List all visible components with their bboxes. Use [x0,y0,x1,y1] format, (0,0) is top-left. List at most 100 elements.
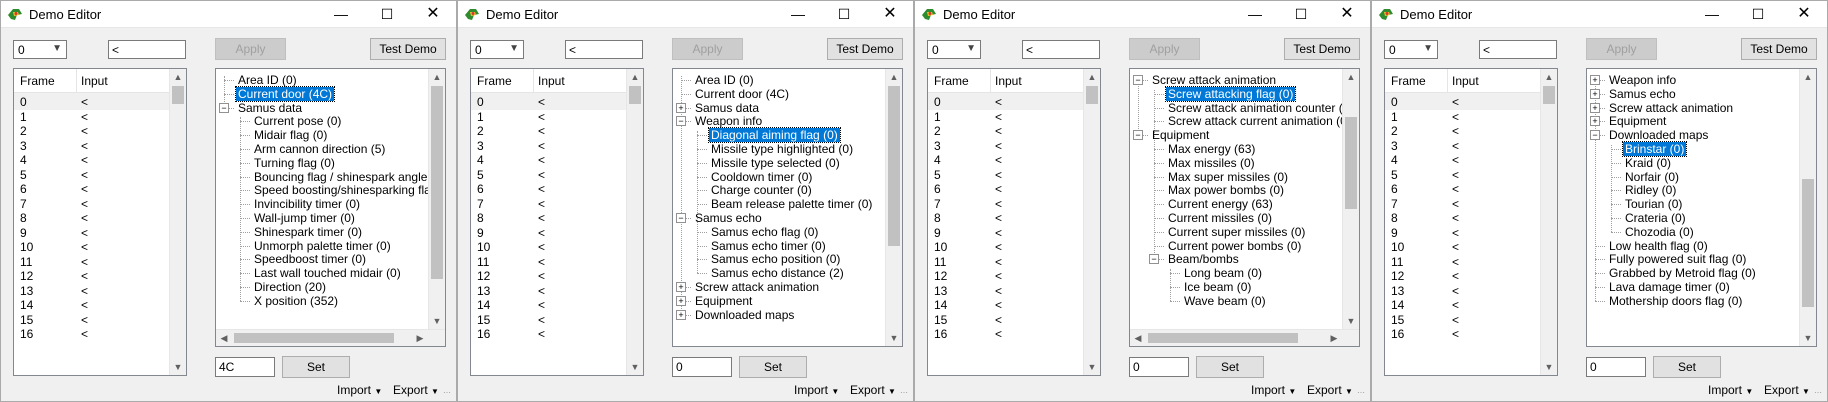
export-menu[interactable]: Export ▼ [850,383,896,397]
close-icon[interactable]: ✕ [1324,1,1370,27]
tree-node[interactable]: Mothership doors flag (0) [1607,293,1744,309]
apply-button[interactable]: Apply [1129,38,1200,60]
scroll-right-icon[interactable]: ▶ [412,330,428,346]
scroll-thumb[interactable] [888,86,900,246]
frame-combo[interactable]: 0 ▼ [470,40,524,59]
scroll-down-icon[interactable]: ▼ [1343,313,1359,329]
column-header-frame[interactable]: Frame [934,74,969,88]
maximize-icon[interactable]: ☐ [1735,1,1781,27]
import-menu[interactable]: Import ▼ [794,383,839,397]
expand-icon[interactable]: + [676,295,686,306]
node-value-field[interactable] [215,357,275,377]
scroll-up-icon[interactable]: ▲ [1800,69,1816,85]
scroll-down-icon[interactable]: ▼ [170,359,186,375]
scroll-left-icon[interactable]: ◀ [1130,330,1146,346]
scroll-thumb[interactable] [1802,179,1814,307]
export-menu[interactable]: Export ▼ [1307,383,1353,397]
ram-tree-view[interactable]: Screw attack animation − Screw attacking f… [1129,68,1360,347]
resize-grip-icon[interactable]: ⋯ [443,388,453,398]
expand-icon[interactable]: + [1590,75,1600,85]
collapse-icon[interactable]: − [676,213,686,223]
scroll-thumb[interactable] [629,86,641,104]
scroll-thumb[interactable] [1543,86,1555,104]
set-button[interactable]: Set [282,356,350,378]
column-header-frame[interactable]: Frame [20,74,55,88]
minimize-icon[interactable]: — [318,1,364,27]
scroll-up-icon[interactable]: ▲ [429,69,445,85]
apply-button[interactable]: Apply [215,38,286,60]
frame-input-list[interactable]: Frame Input 0 <1 <2 <3 <4 <5 <6 <7 <8 <9 <10 <11 <12… [1384,68,1558,376]
frame-combo[interactable]: 0 ▼ [927,40,981,59]
node-value-field[interactable] [1129,357,1189,377]
collapse-icon[interactable]: − [1149,254,1159,265]
frame-input-list[interactable]: Frame Input 0 <1 <2 <3 <4 <5 <6 <7 <8 <9 <10 <11 <12… [13,68,187,376]
scroll-left-icon[interactable]: ◀ [216,330,232,346]
scroll-down-icon[interactable]: ▼ [886,330,902,346]
input-value-field[interactable] [108,40,186,59]
apply-button[interactable]: Apply [1586,38,1657,60]
scroll-thumb[interactable] [1345,117,1357,209]
minimize-icon[interactable]: — [775,1,821,27]
close-icon[interactable]: ✕ [1781,1,1827,27]
tree-scrollbar[interactable]: ▲ ▼ [885,69,902,346]
resize-grip-icon[interactable]: ⋯ [900,388,910,398]
column-header-frame[interactable]: Frame [1391,74,1426,88]
title-bar[interactable]: Demo Editor — ☐ ✕ [458,1,913,28]
table-row[interactable]: 16 < [14,325,169,342]
expand-icon[interactable]: + [1590,88,1600,99]
resize-grip-icon[interactable]: ⋯ [1814,388,1824,398]
expand-icon[interactable]: + [676,309,686,320]
scroll-up-icon[interactable]: ▲ [627,69,643,85]
input-value-field[interactable] [1479,40,1557,59]
column-separator[interactable] [533,69,534,92]
tree-node[interactable]: Downloaded maps [693,307,796,323]
maximize-icon[interactable]: ☐ [821,1,867,27]
tree-hscrollbar[interactable]: ◀ ▶ [1130,329,1359,346]
scroll-down-icon[interactable]: ▼ [429,313,445,329]
expand-icon[interactable]: + [1590,102,1600,113]
table-row[interactable]: 16 < [471,325,626,342]
list-scrollbar[interactable]: ▲ ▼ [169,69,186,375]
expand-icon[interactable]: + [676,282,686,292]
minimize-icon[interactable]: — [1689,1,1735,27]
scroll-up-icon[interactable]: ▲ [170,69,186,85]
expand-icon[interactable]: + [1590,116,1600,127]
test-demo-button[interactable]: Test Demo [827,38,903,60]
frame-combo[interactable]: 0 ▼ [1384,40,1438,59]
ram-tree-view[interactable]: Weapon info + Samus echo + Screw attack anim… [1586,68,1817,347]
set-button[interactable]: Set [1196,356,1264,378]
collapse-icon[interactable]: − [219,102,229,113]
tree-scrollbar[interactable]: ▲ ▼ [1342,69,1359,329]
ram-tree-view[interactable]: Area ID (0) Current door (4C) Samus data + W… [672,68,903,347]
import-menu[interactable]: Import ▼ [1708,383,1753,397]
maximize-icon[interactable]: ☐ [1278,1,1324,27]
table-row[interactable]: 16 < [1385,325,1540,342]
test-demo-button[interactable]: Test Demo [370,38,446,60]
tree-node[interactable]: Wave beam (0) [1182,293,1268,309]
scroll-down-icon[interactable]: ▼ [627,359,643,375]
input-value-field[interactable] [565,40,643,59]
node-value-field[interactable] [672,357,732,377]
column-header-input[interactable]: Input [81,74,108,88]
close-icon[interactable]: ✕ [867,1,913,27]
table-row[interactable]: 16 < [928,325,1083,342]
scroll-down-icon[interactable]: ▼ [1541,359,1557,375]
expand-icon[interactable]: + [676,102,686,113]
test-demo-button[interactable]: Test Demo [1284,38,1360,60]
column-header-input[interactable]: Input [538,74,565,88]
set-button[interactable]: Set [739,356,807,378]
test-demo-button[interactable]: Test Demo [1741,38,1817,60]
title-bar[interactable]: Demo Editor — ☐ ✕ [1372,1,1827,28]
import-menu[interactable]: Import ▼ [337,383,382,397]
maximize-icon[interactable]: ☐ [364,1,410,27]
import-menu[interactable]: Import ▼ [1251,383,1296,397]
scroll-down-icon[interactable]: ▼ [1084,359,1100,375]
column-header-input[interactable]: Input [1452,74,1479,88]
collapse-icon[interactable]: − [1133,130,1143,141]
scroll-thumb[interactable] [431,86,443,279]
tree-node[interactable]: X position (352) [252,293,340,309]
collapse-icon[interactable]: − [676,116,686,127]
title-bar[interactable]: Demo Editor — ☐ ✕ [915,1,1370,28]
close-icon[interactable]: ✕ [410,1,456,27]
tree-scrollbar[interactable]: ▲ ▼ [428,69,445,329]
